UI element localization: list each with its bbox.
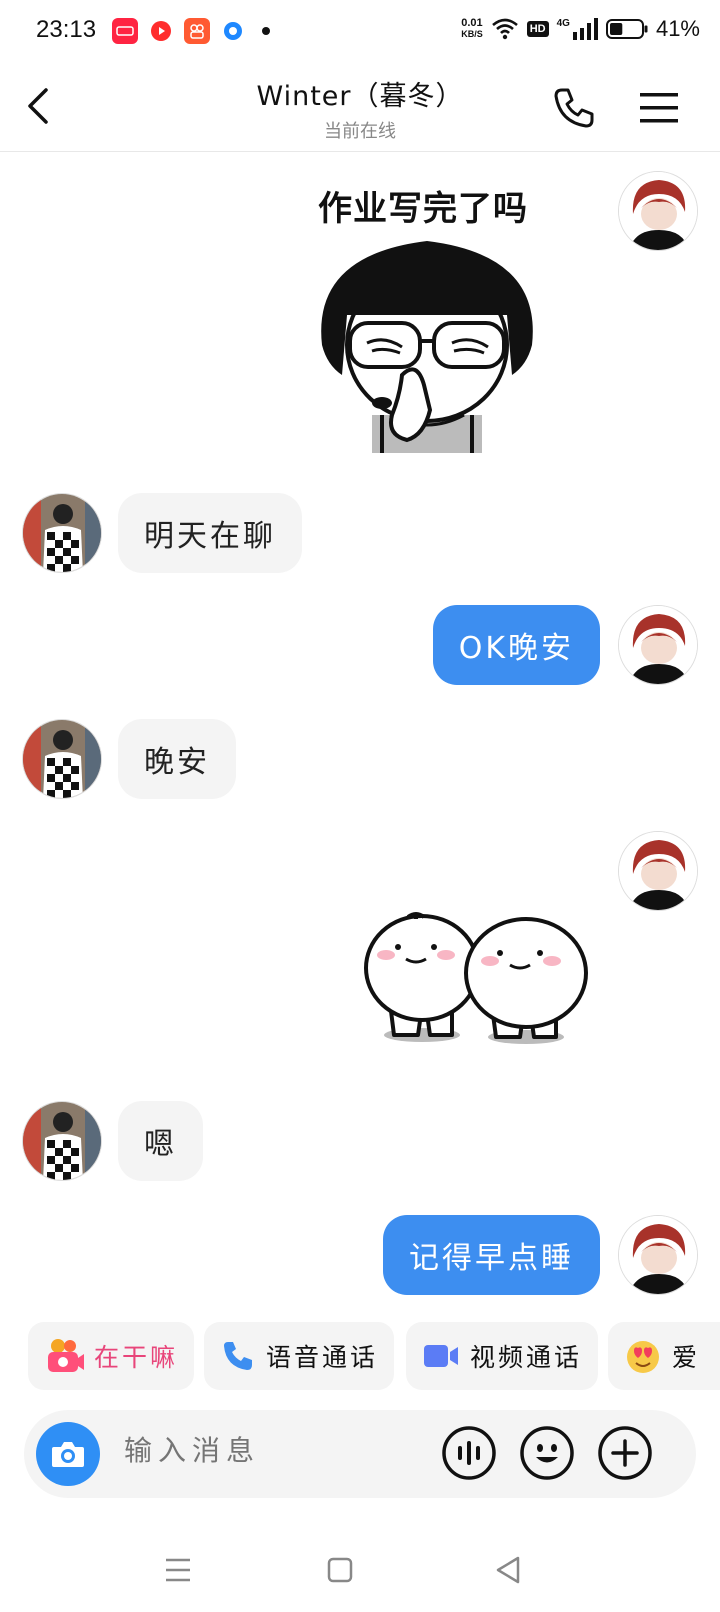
voice-icon[interactable] — [440, 1424, 498, 1482]
message-list[interactable]: 作业写完了吗 明天在聊 OK晚安 晚安 嗯 记得早点睡 — [0, 153, 720, 1305]
message-bubble-incoming[interactable]: 嗯 — [118, 1101, 203, 1181]
battery-percent: 41% — [655, 16, 700, 41]
video-app-icon — [148, 18, 174, 44]
system-indicators: 0.01 KB/S HD 4G 41% — [461, 16, 700, 42]
back-arrow-icon[interactable] — [18, 82, 66, 130]
contact-info[interactable]: Winter（暮冬） 当前在线 — [160, 74, 560, 143]
kuaishou-icon — [184, 18, 210, 44]
system-nav-bar — [0, 1530, 720, 1610]
phone-icon — [224, 1342, 252, 1370]
quick-action-label: 视频通话 — [470, 1343, 583, 1372]
message-bubble-incoming[interactable]: 明天在聊 — [118, 493, 302, 573]
battery-icon — [605, 19, 648, 39]
quick-action-voice-call[interactable]: 语音通话 — [204, 1322, 395, 1390]
browser-icon — [220, 18, 246, 44]
video-camera-icon — [424, 1345, 458, 1367]
girl-bowl-cut-sticker[interactable] — [312, 235, 542, 453]
phone-icon[interactable] — [550, 84, 598, 132]
two-dumplings-sticker[interactable] — [360, 903, 600, 1053]
hd-badge: HD — [526, 21, 549, 37]
quick-action-whatsup[interactable]: 在干嘛 — [28, 1322, 195, 1390]
my-avatar[interactable] — [618, 171, 698, 251]
net-speed: 0.01 KB/S — [461, 18, 483, 40]
my-avatar[interactable] — [618, 831, 698, 911]
message-bubble-outgoing[interactable]: OK晚安 — [432, 605, 600, 685]
message-bubble-outgoing[interactable]: 记得早点睡 — [383, 1215, 600, 1295]
message-composer — [24, 1410, 696, 1498]
quick-action-love[interactable]: 爱 — [608, 1322, 720, 1390]
contact-name: Winter（暮冬） — [256, 81, 464, 112]
love-face-icon — [627, 1341, 659, 1373]
quick-action-label: 爱 — [672, 1343, 701, 1372]
online-status: 当前在线 — [324, 121, 396, 142]
camera-emoji-icon — [48, 1339, 84, 1372]
notification-icons — [112, 18, 270, 44]
message-input[interactable] — [124, 1434, 424, 1467]
recent-apps-icon[interactable] — [158, 1550, 198, 1590]
xiaohongshu-icon — [112, 18, 138, 44]
status-bar: 23:13 0.01 KB/S HD 4G 41% — [0, 0, 720, 64]
camera-button[interactable] — [36, 1422, 100, 1486]
wifi-icon — [491, 18, 518, 40]
plus-icon[interactable] — [596, 1424, 654, 1482]
sticker-caption: 作业写完了吗 — [318, 189, 528, 229]
back-icon[interactable] — [488, 1550, 528, 1590]
my-avatar[interactable] — [618, 605, 698, 685]
net-speed-value: 0.01 — [461, 17, 483, 29]
quick-action-label: 语音通话 — [266, 1343, 379, 1372]
signal-indicator: 4G — [557, 18, 598, 40]
chat-header: Winter（暮冬） 当前在线 — [0, 64, 720, 152]
status-time: 23:13 — [36, 16, 97, 43]
quick-action-label: 在干嘛 — [94, 1343, 179, 1372]
message-bubble-incoming[interactable]: 晚安 — [118, 719, 236, 799]
network-type: 4G — [556, 18, 570, 29]
home-icon[interactable] — [320, 1550, 360, 1590]
menu-icon[interactable] — [636, 84, 684, 132]
signal-bars-icon — [572, 18, 598, 40]
quick-action-video-call[interactable]: 视频通话 — [406, 1322, 599, 1390]
net-speed-unit: KB/S — [461, 29, 483, 39]
contact-avatar[interactable] — [22, 493, 102, 573]
contact-avatar[interactable] — [22, 719, 102, 799]
contact-avatar[interactable] — [22, 1101, 102, 1181]
more-notifications-dot — [262, 27, 270, 35]
emoji-icon[interactable] — [518, 1424, 576, 1482]
my-avatar[interactable] — [618, 1215, 698, 1295]
quick-actions-bar[interactable]: 在干嘛 语音通话 视频通话 爱 — [0, 1322, 720, 1392]
camera-icon — [52, 1442, 84, 1467]
